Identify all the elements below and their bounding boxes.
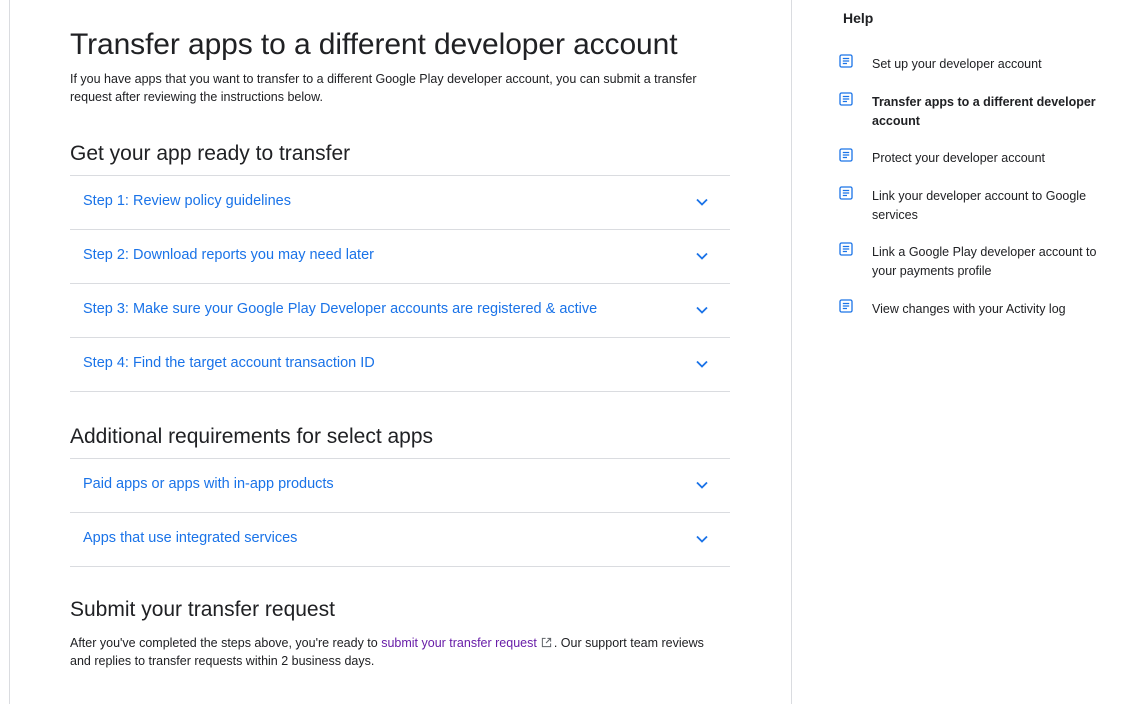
help-item-label: View changes with your Activity log [872, 302, 1066, 316]
accordion-item-paid-apps[interactable]: Paid apps or apps with in-app products [70, 459, 730, 513]
accordion-label: Step 2: Download reports you may need la… [83, 247, 374, 263]
external-link-icon [541, 637, 551, 648]
sidebar-divider [791, 0, 792, 704]
document-icon [839, 148, 853, 162]
chevron-down-icon [696, 481, 708, 489]
section-title-additional-requirements: Additional requirements for select apps [70, 425, 434, 448]
accordion-label: Step 4: Find the target account transact… [83, 355, 375, 371]
chevron-down-icon [696, 306, 708, 314]
document-icon [839, 242, 853, 256]
accordion-additional-requirements: Paid apps or apps with in-app products A… [70, 458, 730, 567]
accordion-item-step-3[interactable]: Step 3: Make sure your Google Play Devel… [70, 284, 730, 338]
accordion-label: Paid apps or apps with in-app products [83, 476, 334, 492]
accordion-label: Step 1: Review policy guidelines [83, 193, 291, 209]
chevron-down-icon [696, 252, 708, 260]
chevron-down-icon [696, 535, 708, 543]
accordion-item-step-4[interactable]: Step 4: Find the target account transact… [70, 338, 730, 392]
accordion-label: Apps that use integrated services [83, 530, 298, 546]
accordion-label: Step 3: Make sure your Google Play Devel… [83, 301, 598, 317]
document-icon [839, 54, 853, 68]
document-icon [839, 92, 853, 106]
section-title-get-ready: Get your app ready to transfer [70, 142, 351, 165]
submit-text-before: After you've completed the steps above, … [70, 636, 382, 650]
document-icon [839, 186, 853, 200]
accordion-get-ready: Step 1: Review policy guidelines Step 2:… [70, 175, 730, 392]
accordion-item-step-1[interactable]: Step 1: Review policy guidelines [70, 176, 730, 230]
accordion-item-integrated-services[interactable]: Apps that use integrated services [70, 513, 730, 567]
help-title: Help [843, 10, 874, 26]
chevron-down-icon [696, 198, 708, 206]
help-item-label: Protect your developer account [872, 151, 1046, 165]
help-item-label: Link a Google Play developer account to … [872, 245, 1097, 278]
page-title: Transfer apps to a different developer a… [70, 28, 678, 61]
submit-text: After you've completed the steps above, … [70, 634, 710, 670]
submit-transfer-request-link[interactable]: submit your transfer request [381, 636, 537, 650]
section-title-submit: Submit your transfer request [70, 598, 335, 621]
accordion-item-step-2[interactable]: Step 2: Download reports you may need la… [70, 230, 730, 284]
document-icon [839, 299, 853, 313]
content-left-border [9, 0, 10, 704]
help-item-label: Transfer apps to a different developer a… [872, 95, 1096, 128]
chevron-down-icon [696, 360, 708, 368]
help-item-label: Set up your developer account [872, 57, 1042, 71]
intro-text: If you have apps that you want to transf… [70, 72, 697, 104]
help-item-label: Link your developer account to Google se… [872, 189, 1087, 222]
